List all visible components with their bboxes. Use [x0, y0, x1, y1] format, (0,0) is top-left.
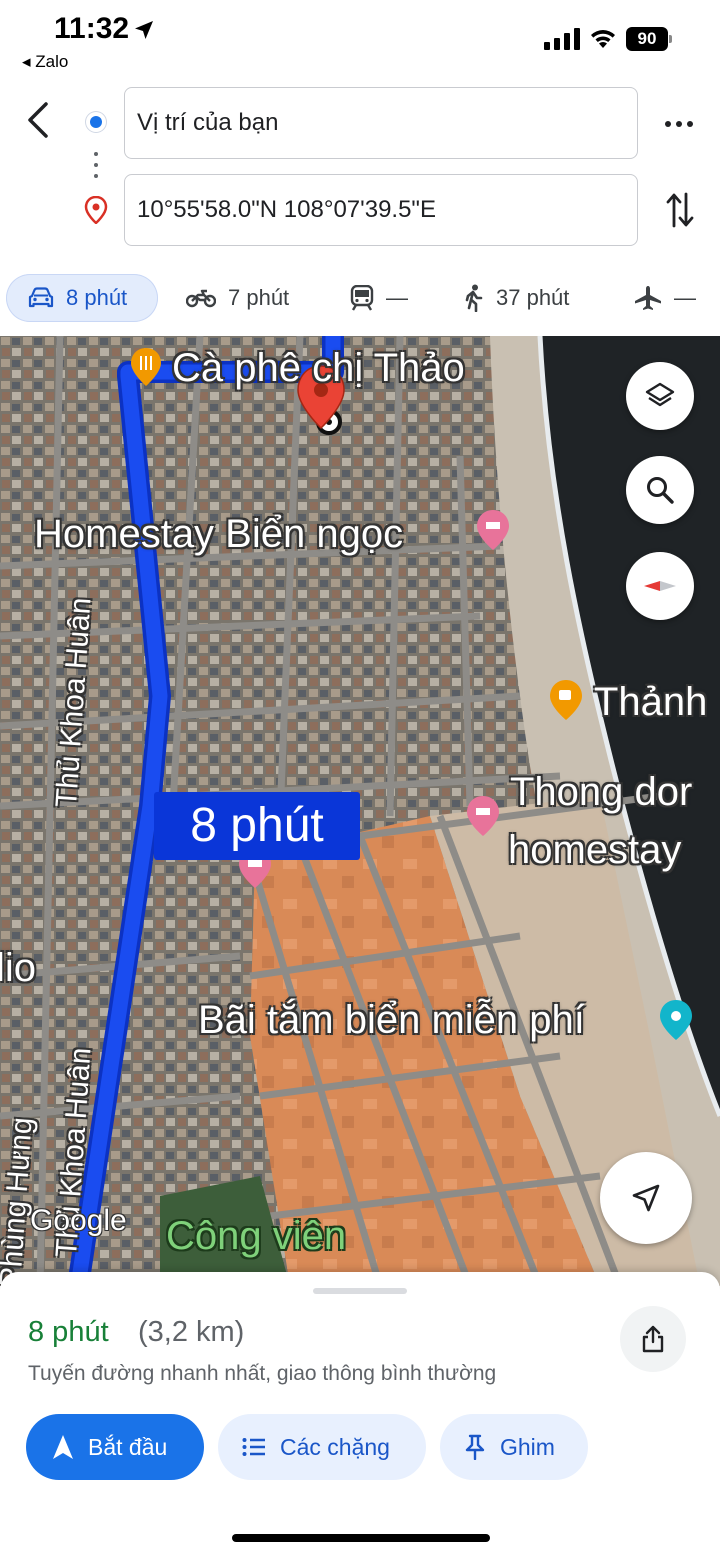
route-connector-dots	[94, 152, 98, 182]
poi-label-edge: lio	[0, 946, 37, 990]
route-summary-sheet: 8 phút (3,2 km) Tuyến đường nhanh nhất, …	[0, 1272, 720, 1558]
battery-indicator: 90	[626, 27, 672, 51]
sheet-drag-handle[interactable]	[313, 1288, 407, 1294]
tab-motorbike[interactable]: 7 phút	[186, 274, 289, 322]
list-icon	[242, 1438, 265, 1456]
status-bar: 11:32 ◂ Zalo 90	[0, 0, 720, 80]
poi-label-thong-dong-line2[interactable]: homestay	[508, 828, 681, 873]
route-eta: 8 phút	[28, 1316, 109, 1348]
poi-label-thong-dong-line1[interactable]: Thong dor	[510, 770, 692, 815]
recenter-button[interactable]	[600, 1152, 692, 1244]
origin-input[interactable]: Vị trí của bạn	[124, 87, 638, 159]
compass-icon	[644, 581, 676, 591]
layers-icon	[645, 382, 675, 407]
route-description: Tuyến đường nhanh nhất, giao thông bình …	[28, 1362, 497, 1385]
poi-label-thanh[interactable]: Thảnh	[594, 680, 707, 725]
layers-button[interactable]	[626, 362, 694, 430]
tab-drive-label: 8 phút	[66, 285, 128, 310]
battery-level: 90	[626, 27, 668, 51]
navigation-icon	[53, 1435, 73, 1459]
poi-label-homestay-bien-ngoc[interactable]: Homestay Biển ngọc	[34, 512, 403, 557]
tab-walk-label: 37 phút	[496, 285, 570, 310]
poi-label-cafe[interactable]: Cà phê chị Thảo	[172, 346, 465, 391]
tab-transit[interactable]: —	[350, 274, 408, 322]
pin-icon	[465, 1434, 485, 1460]
poi-label-cong-vien[interactable]: Công viên	[166, 1214, 346, 1259]
back-to-app-link[interactable]: ◂ Zalo	[22, 52, 68, 72]
route-distance: (3,2 km)	[138, 1316, 245, 1348]
home-indicator[interactable]	[232, 1534, 490, 1542]
pin-label: Ghim	[500, 1433, 555, 1460]
pin-button[interactable]: Ghim	[440, 1414, 588, 1480]
compass-button[interactable]	[626, 552, 694, 620]
start-label: Bắt đầu	[88, 1433, 168, 1460]
wifi-icon	[591, 30, 615, 48]
tab-drive[interactable]: 8 phút	[6, 274, 158, 322]
google-attribution: Google	[30, 1204, 127, 1237]
tab-motorbike-label: 7 phút	[228, 285, 290, 310]
tab-flight[interactable]: —	[634, 274, 696, 322]
cellular-signal-icon	[544, 28, 580, 50]
more-options-icon[interactable]	[662, 112, 696, 136]
train-icon	[350, 285, 374, 311]
poi-label-bai-tam[interactable]: Bãi tắm biển miễn phí	[198, 998, 585, 1043]
back-arrow-icon[interactable]	[22, 98, 54, 142]
share-icon	[642, 1325, 664, 1353]
clock: 11:32	[54, 12, 130, 45]
tab-transit-label: —	[386, 285, 408, 310]
destination-input[interactable]: 10°55'58.0"N 108°07'39.5"E	[124, 174, 638, 246]
swap-route-icon[interactable]	[664, 190, 696, 230]
battery-tip	[669, 35, 672, 43]
search-icon	[647, 477, 674, 504]
car-icon	[28, 287, 54, 308]
origin-dot-icon	[86, 112, 106, 132]
share-button[interactable]	[620, 1306, 686, 1372]
travel-mode-tabs: 8 phút 7 phút — 37 phút —	[0, 274, 720, 324]
tab-flight-label: —	[674, 285, 696, 310]
steps-button[interactable]: Các chặng	[218, 1414, 426, 1480]
motorbike-icon	[186, 289, 216, 308]
tab-walk[interactable]: 37 phút	[462, 274, 569, 322]
walking-icon	[465, 284, 483, 312]
navigation-arrow-icon	[632, 1184, 660, 1212]
search-along-route-button[interactable]	[626, 456, 694, 524]
airplane-icon	[635, 286, 661, 310]
maps-directions-screen: 11:32 ◂ Zalo 90 Vị trí của bạn 10°55'58.…	[0, 0, 720, 1558]
destination-pin-icon	[84, 196, 108, 224]
steps-label: Các chặng	[280, 1433, 390, 1460]
map-view[interactable]: Cà phê chị Thảo Homestay Biển ngọc Thảnh…	[0, 336, 720, 1286]
route-duration-callout[interactable]: 8 phút	[154, 792, 360, 860]
start-navigation-button[interactable]: Bắt đầu	[26, 1414, 204, 1480]
location-arrow-icon	[135, 21, 153, 39]
